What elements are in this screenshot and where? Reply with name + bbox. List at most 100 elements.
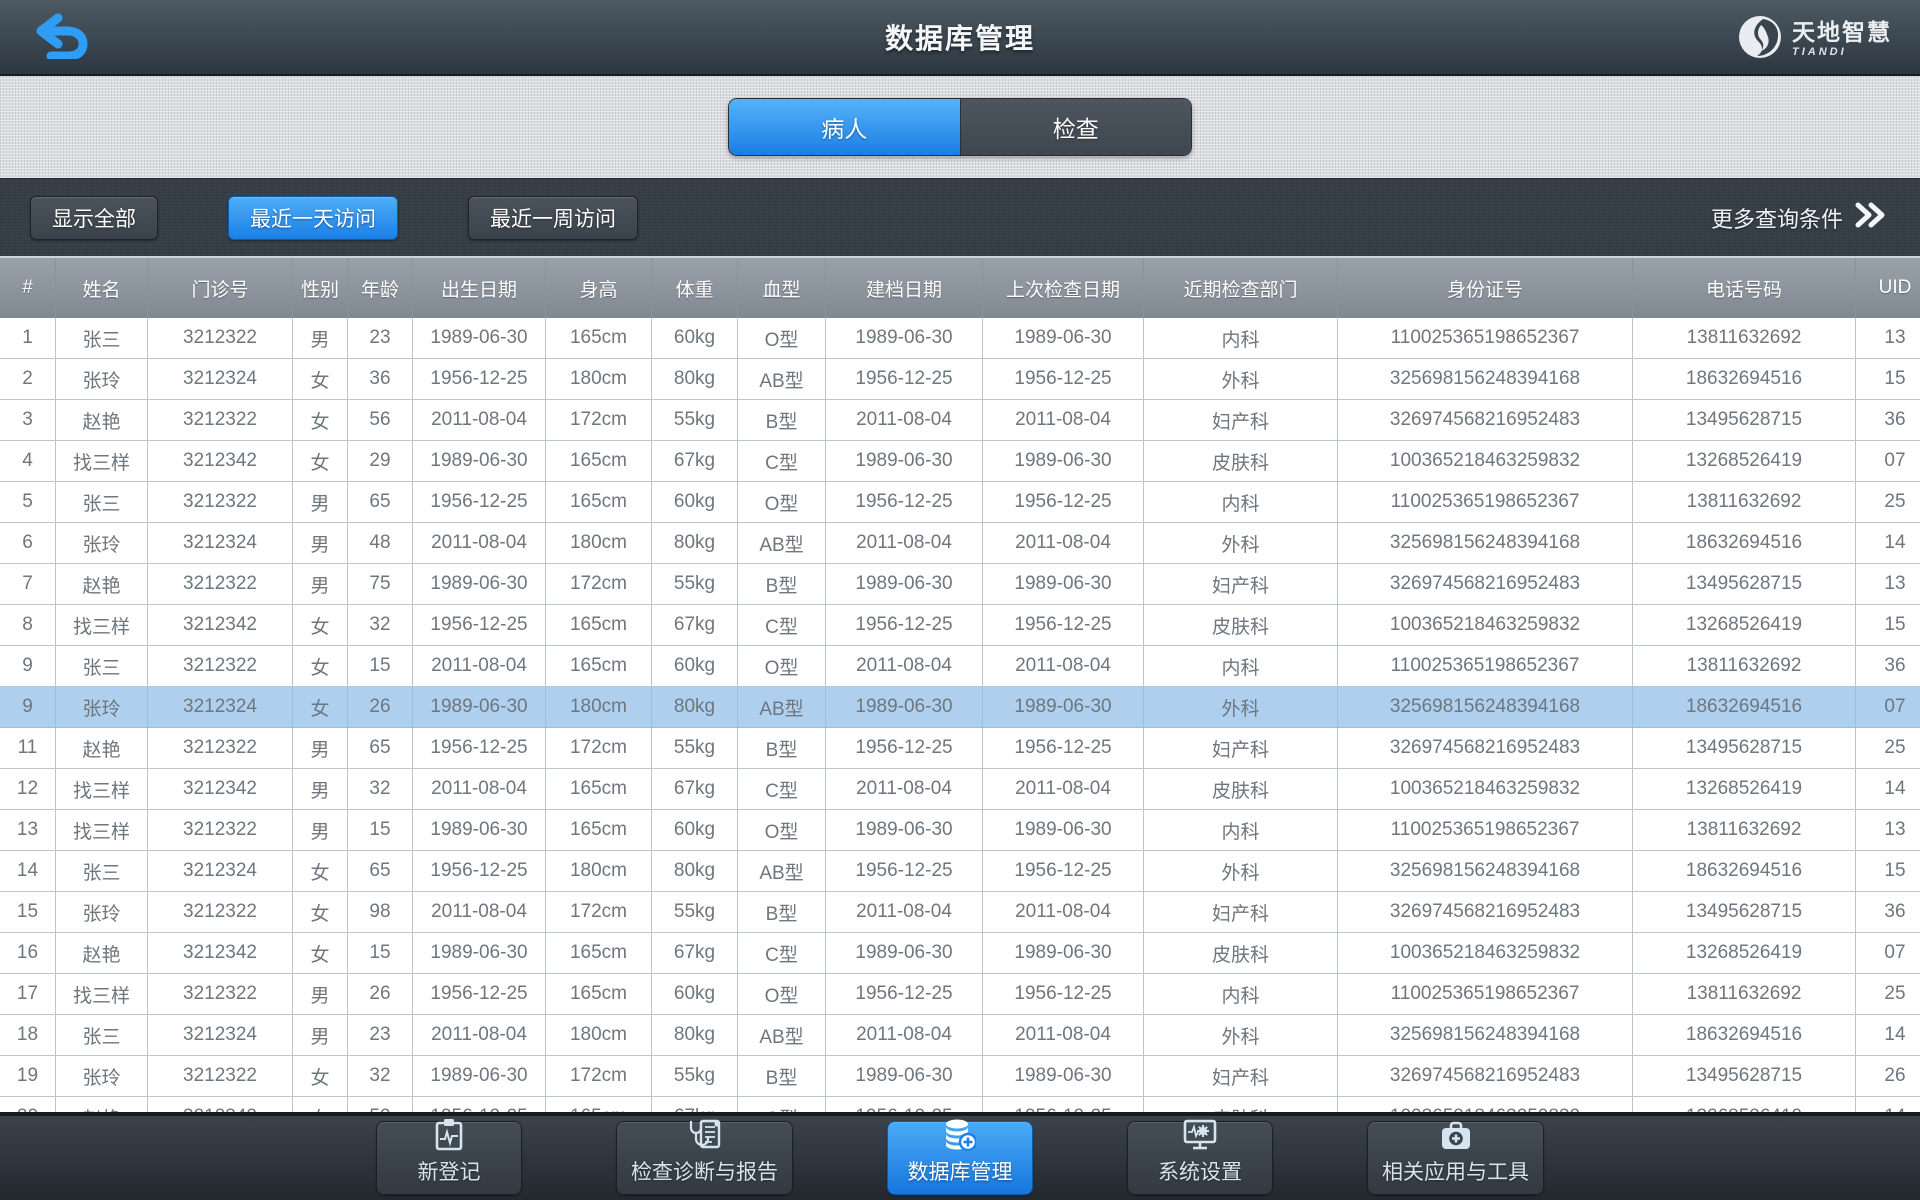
cell-weight: 80kg xyxy=(651,1014,738,1056)
table-row[interactable]: 13 找三样 3212322 男 15 1989-06-30 165cm 60kg O型 1989… xyxy=(0,809,1920,851)
back-button[interactable] xyxy=(34,13,90,61)
cell-age: 65 xyxy=(347,850,413,892)
cell-birth-date: 1956-12-25 xyxy=(412,604,546,646)
cell-id-number: 110025365198652367 xyxy=(1337,973,1633,1015)
cell-recent-exam-dept: 内科 xyxy=(1143,645,1338,687)
filter-last-week-button[interactable]: 最近一周访问 xyxy=(468,195,638,240)
cell-index: 15 xyxy=(0,891,56,933)
cell-last-exam-date: 1956-12-25 xyxy=(982,604,1144,646)
table-row[interactable]: 4 找三样 3212342 女 29 1989-06-30 165cm 67kg C型 1989-… xyxy=(0,440,1920,482)
cell-height: 165cm xyxy=(545,645,652,687)
cell-recent-exam-dept: 妇产科 xyxy=(1143,727,1338,769)
table-row[interactable]: 2 张玲 3212324 女 36 1956-12-25 180cm 80kg AB型 1956-… xyxy=(0,358,1920,400)
cell-weight: 80kg xyxy=(651,850,738,892)
table-row[interactable]: 8 找三样 3212342 女 32 1956-12-25 165cm 67kg C型 1956-… xyxy=(0,604,1920,646)
table-row[interactable]: 14 张三 3212324 女 65 1956-12-25 180cm 80kg AB型 1956… xyxy=(0,850,1920,892)
cell-name: 张三 xyxy=(55,1014,148,1056)
cell-weight: 55kg xyxy=(651,891,738,933)
cell-index: 16 xyxy=(0,932,56,974)
table-row[interactable]: 12 找三样 3212342 男 32 2011-08-04 165cm 67kg C型 2011… xyxy=(0,768,1920,810)
nav-exam-diagnosis-report-button[interactable]: 检查诊断与报告 xyxy=(616,1119,793,1195)
cell-outpatient-no: 3212322 xyxy=(147,973,293,1015)
column-header-record-date: 建档日期 xyxy=(825,258,983,318)
nav-new-registration-button[interactable]: 新登记 xyxy=(376,1119,522,1195)
cell-id-number: 100365218463259832 xyxy=(1337,768,1633,810)
cell-name: 找三样 xyxy=(55,440,148,482)
more-query-conditions-link[interactable]: 更多查询条件 xyxy=(1711,179,1886,256)
cell-age: 32 xyxy=(347,604,413,646)
cell-outpatient-no: 3212322 xyxy=(147,318,293,359)
cell-blood-type: O型 xyxy=(737,645,826,687)
cell-recent-exam-dept: 妇产科 xyxy=(1143,399,1338,441)
cell-weight: 60kg xyxy=(651,809,738,851)
nav-system-settings-button[interactable]: 系统设置 xyxy=(1127,1119,1273,1195)
table-row[interactable]: 19 张玲 3212322 女 32 1989-06-30 172cm 55kg B型 1989-… xyxy=(0,1055,1920,1097)
cell-birth-date: 2011-08-04 xyxy=(412,891,546,933)
cell-birth-date: 1989-06-30 xyxy=(412,932,546,974)
cell-phone-number: 13495628715 xyxy=(1632,727,1856,769)
cell-height: 180cm xyxy=(545,686,652,728)
table-row-selected[interactable]: 9 张玲 3212324 女 26 1989-06-30 180cm 80kg AB型 1989-… xyxy=(0,686,1920,728)
cell-record-date: 1989-06-30 xyxy=(825,440,983,482)
table-row[interactable]: 15 张玲 3212322 女 98 2011-08-04 172cm 55kg B型 2011-… xyxy=(0,891,1920,933)
table-row[interactable]: 1 张三 3212322 男 23 1989-06-30 165cm 60kg O型 1989-0… xyxy=(0,318,1920,359)
brand-logo-text: 天地智慧 TIANDI xyxy=(1792,21,1892,58)
table-row[interactable]: 3 赵艳 3212322 女 56 2011-08-04 172cm 55kg B型 2011-0… xyxy=(0,399,1920,441)
column-header-name: 姓名 xyxy=(55,258,148,318)
table-row[interactable]: 6 张玲 3212324 男 48 2011-08-04 180cm 80kg AB型 2011-… xyxy=(0,522,1920,564)
cell-record-date: 2011-08-04 xyxy=(825,768,983,810)
cell-uid: 07 xyxy=(1855,932,1920,974)
table-row[interactable]: 16 赵艳 3212342 女 15 1989-06-30 165cm 67kg C型 1989-… xyxy=(0,932,1920,974)
filter-show-all-button[interactable]: 显示全部 xyxy=(30,195,158,240)
nav-label: 数据库管理 xyxy=(907,1161,1013,1184)
cell-recent-exam-dept: 外科 xyxy=(1143,1014,1338,1056)
cell-last-exam-date: 2011-08-04 xyxy=(982,522,1144,564)
cell-gender: 男 xyxy=(292,727,348,769)
cell-weight: 60kg xyxy=(651,481,738,523)
cell-last-exam-date: 1989-06-30 xyxy=(982,1055,1144,1097)
table-row[interactable]: 18 张三 3212324 男 23 2011-08-04 180cm 80kg AB型 2011… xyxy=(0,1014,1920,1056)
tab-strip: 病人 检查 xyxy=(0,76,1920,178)
cell-last-exam-date: 1956-12-25 xyxy=(982,850,1144,892)
cell-recent-exam-dept: 内科 xyxy=(1143,973,1338,1015)
cell-birth-date: 1956-12-25 xyxy=(412,358,546,400)
cell-name: 赵艳 xyxy=(55,399,148,441)
cell-id-number: 325698156248394168 xyxy=(1337,686,1633,728)
patient-table: # 姓名 门诊号 性别 年龄 出生日期 身高 体重 血型 建档日期 上次检查日期 近期检查部门 身份证号… xyxy=(0,258,1920,1138)
nav-related-apps-tools-button[interactable]: 相关应用与工具 xyxy=(1367,1121,1544,1195)
filter-last-day-button[interactable]: 最近一天访问 xyxy=(228,195,398,240)
cell-phone-number: 18632694516 xyxy=(1632,358,1856,400)
column-header-birth-date: 出生日期 xyxy=(412,258,546,318)
cell-gender: 男 xyxy=(292,563,348,605)
cell-phone-number: 13811632692 xyxy=(1632,809,1856,851)
cell-gender: 男 xyxy=(292,481,348,523)
table-row[interactable]: 11 赵艳 3212322 男 65 1956-12-25 172cm 55kg B型 1956-… xyxy=(0,727,1920,769)
cell-recent-exam-dept: 皮肤科 xyxy=(1143,604,1338,646)
table-row[interactable]: 9 张三 3212322 女 15 2011-08-04 165cm 60kg O型 2011-0… xyxy=(0,645,1920,687)
nav-label: 检查诊断与报告 xyxy=(631,1161,778,1184)
cell-id-number: 325698156248394168 xyxy=(1337,522,1633,564)
cell-weight: 60kg xyxy=(651,318,738,359)
table-row[interactable]: 7 赵艳 3212322 男 75 1989-06-30 172cm 55kg B型 1989-0… xyxy=(0,563,1920,605)
cell-id-number: 325698156248394168 xyxy=(1337,850,1633,892)
tab-patient[interactable]: 病人 xyxy=(729,99,960,155)
cell-uid: 07 xyxy=(1855,440,1920,482)
cell-gender: 男 xyxy=(292,809,348,851)
cell-name: 赵艳 xyxy=(55,727,148,769)
cell-age: 75 xyxy=(347,563,413,605)
bottom-nav-bar: 新登记 检查诊断与报告 数据库管理 系统设置 相关应用与工具 xyxy=(0,1112,1920,1200)
cell-record-date: 1956-12-25 xyxy=(825,358,983,400)
nav-database-management-button[interactable]: 数据库管理 xyxy=(887,1119,1033,1195)
cell-birth-date: 2011-08-04 xyxy=(412,645,546,687)
cell-record-date: 1989-06-30 xyxy=(825,1055,983,1097)
table-row[interactable]: 5 张三 3212322 男 65 1956-12-25 165cm 60kg O型 1956-1… xyxy=(0,481,1920,523)
cell-weight: 60kg xyxy=(651,645,738,687)
cell-height: 165cm xyxy=(545,809,652,851)
tab-examination[interactable]: 检查 xyxy=(959,99,1191,155)
cell-last-exam-date: 1989-06-30 xyxy=(982,563,1144,605)
table-row[interactable]: 17 找三样 3212322 男 26 1956-12-25 165cm 60kg O型 1956… xyxy=(0,973,1920,1015)
cell-name: 找三样 xyxy=(55,768,148,810)
cell-name: 找三样 xyxy=(55,809,148,851)
brand-name: 天地智慧 xyxy=(1792,19,1892,45)
cell-age: 36 xyxy=(347,358,413,400)
